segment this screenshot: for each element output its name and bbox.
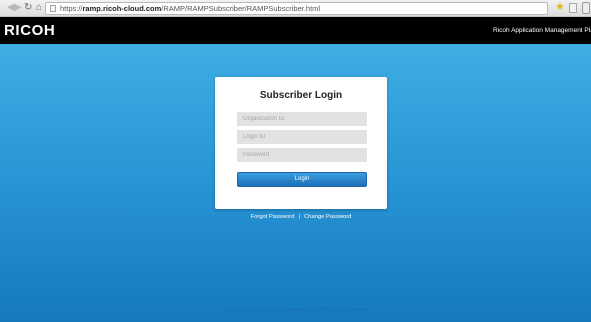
url-text[interactable]: https://ramp.ricoh-cloud.com/RAMP/RAMPSu…: [60, 4, 320, 14]
bookmark-star-icon[interactable]: ★: [555, 1, 565, 14]
url-scheme: https://: [60, 4, 83, 13]
login-button[interactable]: Login: [237, 172, 367, 187]
url-host: ramp.ricoh-cloud.com: [82, 4, 162, 13]
browser-menu-icon[interactable]: [582, 2, 590, 14]
change-password-link[interactable]: Change Password: [304, 214, 351, 220]
extension-icon[interactable]: [569, 3, 577, 13]
login-card: Subscriber Login Login: [215, 77, 387, 209]
url-path: /RAMP/RAMPSubscriber/RAMPSubscriber.html: [161, 4, 321, 13]
link-separator: |: [298, 214, 300, 220]
browser-toolbar: ◀ ▶ ↻ ⌂ https://ramp.ricoh-cloud.com/RAM…: [0, 0, 591, 17]
password-input[interactable]: [237, 148, 367, 162]
account-links: Forgot Password | Change Password: [215, 213, 387, 221]
home-icon[interactable]: ⌂: [36, 2, 42, 14]
ricoh-logo: RICOH: [4, 22, 56, 39]
organization-id-input[interactable]: [237, 112, 367, 126]
page-icon: [50, 5, 56, 12]
reload-icon[interactable]: ↻: [24, 2, 32, 14]
login-id-input[interactable]: [237, 130, 367, 144]
main-content: Subscriber Login Login Forgot Password| C…: [0, 44, 591, 322]
login-title: Subscriber Login: [259, 90, 343, 101]
address-bar[interactable]: https://ramp.ricoh-cloud.com/RAMP/RAMPSu…: [45, 2, 548, 15]
app-header: RICOH Ricoh Application Management Platf…: [0, 17, 591, 44]
platform-title: Ricoh Application Management Platform: [493, 27, 591, 34]
forgot-password-link[interactable]: Forgot Password: [251, 214, 295, 220]
forward-arrow-icon[interactable]: ▶: [14, 2, 22, 14]
copyright-text: Copyright © 2013 Ricoh Company, Ltd. All…: [222, 307, 369, 313]
